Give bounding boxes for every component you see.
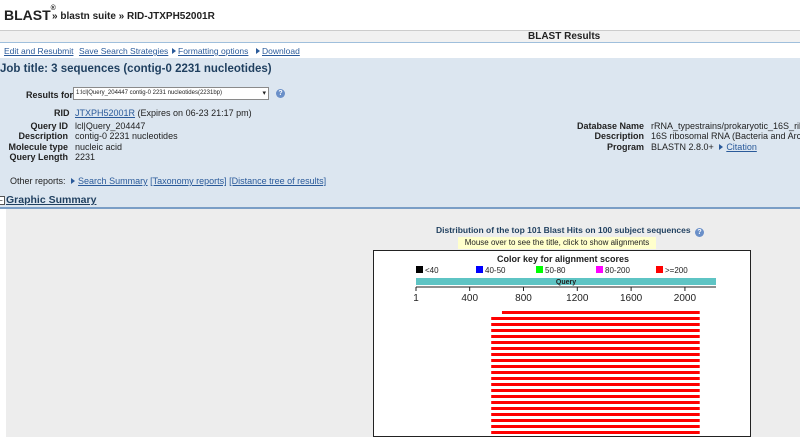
rid-value-row: JTXPH52001R (Expires on 06-23 21:17 pm) [75, 108, 252, 118]
legend-label: 40-50 [485, 266, 506, 275]
hit-bar[interactable] [491, 317, 700, 320]
hit-bar[interactable] [491, 401, 700, 404]
mouse-hint: Mouse over to see the title, click to sh… [458, 237, 656, 249]
hit-bar[interactable] [491, 425, 700, 428]
formatting-options-link[interactable]: Formatting options [178, 46, 248, 56]
color-key-legend: <40 40-50 50-80 80-200 >=200 [416, 266, 688, 275]
axis-tick-label: 400 [461, 293, 478, 304]
formatting-triangle-icon [172, 48, 176, 54]
job-title: Job title: 3 sequences (contig-0 2231 nu… [0, 63, 272, 75]
database-name-label: Database Name [576, 121, 644, 131]
rid-expires: (Expires on 06-23 21:17 pm) [137, 108, 252, 118]
legend-swatch [596, 266, 603, 273]
action-links-bar: Edit and Resubmit Save Search Strategies… [0, 42, 800, 58]
query-id-value: lcl|Query_204447 [75, 121, 146, 131]
download-link[interactable]: Download [262, 46, 300, 56]
description-label: Description [18, 131, 68, 141]
blast-logo[interactable]: BLAST® [4, 5, 56, 23]
citation-link[interactable]: Citation [726, 142, 757, 152]
search-summary-triangle-icon [71, 178, 76, 184]
job-info-panel: Job title: 3 sequences (contig-0 2231 nu… [0, 58, 800, 208]
hit-bar[interactable] [491, 359, 700, 362]
help-icon[interactable]: ? [694, 228, 704, 237]
query-id-label: Query ID [30, 121, 68, 131]
legend-label: >=200 [665, 266, 688, 275]
hit-bar[interactable] [501, 311, 700, 314]
hit-bar[interactable] [491, 347, 700, 350]
axis-tick-label: 1200 [566, 293, 589, 304]
page-title: BLAST Results [528, 31, 601, 42]
color-key-title: Color key for alignment scores [497, 254, 629, 264]
rid-label: RID [54, 108, 70, 118]
hit-bar[interactable] [491, 371, 700, 374]
hit-bar[interactable] [491, 353, 700, 356]
legend-label: 50-80 [545, 266, 566, 275]
hit-bar[interactable] [491, 383, 700, 386]
program-label: Program [606, 142, 644, 152]
alignment-graphic[interactable]: Color key for alignment scores <40 40-50 5… [373, 250, 751, 437]
hit-bar[interactable] [491, 365, 700, 368]
hit-bar[interactable] [491, 407, 700, 410]
distribution-title: Distribution of the top 101 Blast Hits o… [436, 225, 704, 237]
legend-swatch [476, 266, 483, 273]
rid-link[interactable]: JTXPH52001R [75, 108, 135, 118]
hit-bar[interactable] [491, 329, 700, 332]
hit-bar[interactable] [491, 413, 700, 416]
hit-bar[interactable] [491, 377, 700, 380]
citation-triangle-icon [719, 144, 724, 150]
download-triangle-icon [256, 48, 260, 54]
legend-swatch [536, 266, 543, 273]
hit-bar[interactable] [491, 395, 700, 398]
hit-bar[interactable] [491, 323, 700, 326]
top-header: BLAST® » blastn suite » RID-JTXPH52001R [0, 0, 800, 30]
program-value: BLASTN 2.8.0+ [651, 142, 714, 152]
legend-swatch [416, 266, 423, 273]
help-icon[interactable]: ? [276, 89, 285, 98]
hit-bar[interactable] [491, 389, 700, 392]
collapse-toggle-icon[interactable]: − [0, 196, 5, 205]
hit-bars [491, 311, 700, 434]
taxonomy-reports-link[interactable]: [Taxonomy reports] [150, 176, 227, 186]
results-title-bar: BLAST Results [0, 30, 800, 42]
query-length-value: 2231 [75, 152, 96, 162]
legend-label: <40 [425, 266, 439, 275]
distance-tree-link[interactable]: [Distance tree of results] [229, 176, 326, 186]
db-description-value: 16S ribosomal RNA (Bacteria and Archae [651, 131, 800, 141]
results-for-value: 1:lcl|Query_204447 contig-0 2231 nucleot… [76, 90, 222, 96]
query-bar-label: Query [556, 279, 576, 286]
axis-tick-label: 800 [515, 293, 532, 304]
molecule-type-label: Molecule type [8, 142, 68, 152]
results-for-label: Results for: [26, 90, 77, 100]
description-value: contig-0 2231 nucleotides [75, 131, 178, 141]
query-axis: 1 400 800 1200 1600 2000 [413, 286, 716, 304]
legend-label: 80-200 [605, 266, 630, 275]
db-description-label: Description [594, 131, 644, 141]
other-reports: Other reports: Search Summary [Taxonomy … [10, 176, 326, 186]
axis-tick-label: 1600 [620, 293, 643, 304]
search-summary-link[interactable]: Search Summary [78, 176, 148, 186]
edit-resubmit-link[interactable]: Edit and Resubmit [4, 46, 73, 56]
axis-tick-label: 1 [413, 293, 419, 304]
legend-swatch [656, 266, 663, 273]
results-for-select[interactable]: 1:lcl|Query_204447 contig-0 2231 nucleot… [73, 87, 269, 100]
graphic-summary-title[interactable]: Graphic Summary [6, 194, 96, 206]
program-value-row: BLASTN 2.8.0+ Citation [651, 142, 757, 152]
database-name-value: rRNA_typestrains/prokaryotic_16S_ribo [651, 121, 800, 131]
hit-bar[interactable] [491, 335, 700, 338]
query-length-label: Query Length [9, 152, 68, 162]
alignment-chart-svg: Color key for alignment scores <40 40-50 5… [413, 254, 716, 434]
hit-bar[interactable] [491, 419, 700, 422]
chevron-down-icon: ▾ [262, 90, 266, 97]
axis-tick-label: 2000 [674, 293, 697, 304]
logo-text: BLAST [4, 7, 51, 23]
molecule-type-value: nucleic acid [75, 142, 123, 152]
graphic-summary-header: − Graphic Summary [0, 194, 800, 208]
other-reports-label: Other reports: [10, 176, 66, 186]
save-strategies-link[interactable]: Save Search Strategies [79, 46, 168, 56]
hit-bar[interactable] [491, 341, 700, 344]
breadcrumb[interactable]: » blastn suite » RID-JTXPH52001R [52, 11, 215, 22]
distribution-title-text: Distribution of the top 101 Blast Hits o… [436, 225, 691, 235]
hit-bar[interactable] [491, 431, 700, 434]
